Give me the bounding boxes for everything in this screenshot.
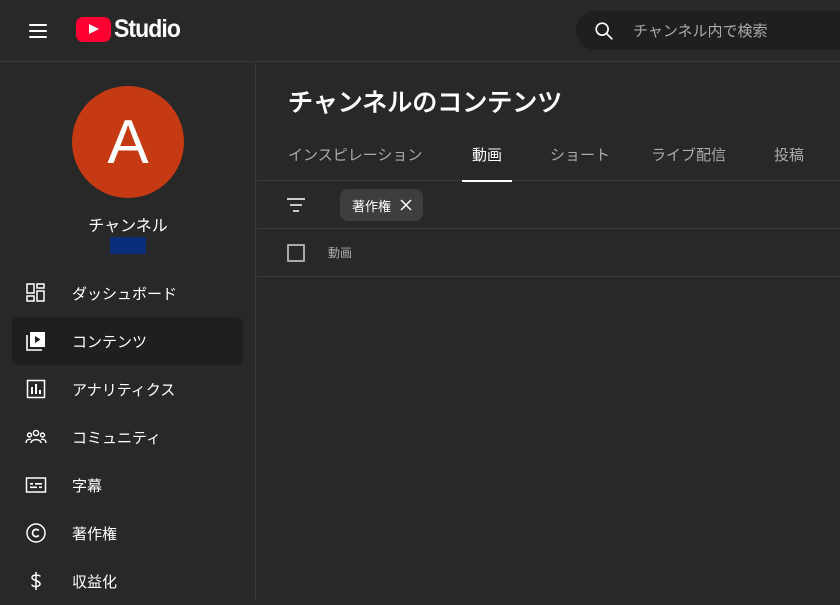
sidebar-item-subtitles[interactable]: 字幕 bbox=[12, 461, 243, 509]
sidebar: A チャンネル ダッシュボード コンテンツ アナリティクス コミュニティ 字幕 … bbox=[0, 63, 256, 600]
content-tabs: インスピレーション 動画 ショート ライブ配信 投稿 bbox=[257, 127, 840, 182]
sidebar-item-label: ダッシュボード bbox=[72, 284, 178, 303]
channel-name: チャンネル bbox=[88, 216, 168, 235]
tab-live[interactable]: ライブ配信 bbox=[651, 127, 726, 181]
youtube-play-icon bbox=[76, 16, 111, 42]
page-title: チャンネルのコンテンツ bbox=[288, 88, 563, 117]
tab-inspiration[interactable]: インスピレーション bbox=[288, 127, 422, 181]
table-header: 動画 bbox=[257, 229, 840, 277]
sidebar-item-label: 著作権 bbox=[72, 524, 118, 543]
sidebar-item-label: コミュニティ bbox=[72, 428, 162, 447]
filter-chip-label: 著作権 bbox=[352, 199, 392, 215]
select-all-checkbox[interactable] bbox=[287, 244, 305, 262]
sidebar-item-label: 字幕 bbox=[72, 476, 103, 495]
tab-shorts[interactable]: ショート bbox=[550, 127, 610, 181]
sidebar-item-dashboard[interactable]: ダッシュボード bbox=[12, 269, 243, 317]
content-icon bbox=[26, 332, 45, 351]
column-header-video: 動画 bbox=[328, 246, 353, 260]
top-bar: Studio bbox=[0, 0, 840, 62]
main-content: チャンネルのコンテンツ インスピレーション 動画 ショート ライブ配信 投稿 著… bbox=[257, 63, 840, 600]
sidebar-item-monetization[interactable]: 収益化 bbox=[12, 557, 243, 605]
community-icon bbox=[25, 429, 47, 444]
close-icon[interactable] bbox=[399, 198, 413, 212]
logo-text: Studio bbox=[114, 14, 181, 43]
sidebar-item-content[interactable]: コンテンツ bbox=[12, 317, 243, 365]
channel-badge bbox=[110, 237, 146, 254]
analytics-icon bbox=[26, 379, 46, 399]
filter-chip-copyright[interactable]: 著作権 bbox=[340, 189, 424, 221]
dollar-icon bbox=[31, 572, 41, 590]
sidebar-item-analytics[interactable]: アナリティクス bbox=[12, 365, 243, 413]
sidebar-item-community[interactable]: コミュニティ bbox=[12, 413, 243, 461]
tab-posts[interactable]: 投稿 bbox=[774, 127, 804, 181]
filter-icon[interactable] bbox=[285, 194, 307, 216]
search-box bbox=[576, 11, 840, 50]
search-icon[interactable] bbox=[593, 20, 615, 42]
sidebar-item-label: 収益化 bbox=[72, 572, 118, 591]
youtube-studio-logo[interactable]: Studio bbox=[76, 14, 186, 44]
sidebar-item-label: コンテンツ bbox=[72, 332, 148, 351]
search-input[interactable] bbox=[633, 12, 840, 49]
sidebar-item-copyright[interactable]: 著作権 bbox=[12, 509, 243, 557]
subtitles-icon bbox=[25, 477, 47, 493]
channel-avatar[interactable]: A bbox=[72, 86, 184, 198]
sidebar-item-label: アナリティクス bbox=[72, 380, 176, 399]
dashboard-icon bbox=[26, 283, 45, 302]
copyright-icon bbox=[26, 523, 46, 543]
tab-videos[interactable]: 動画 bbox=[461, 127, 513, 182]
sidebar-nav: ダッシュボード コンテンツ アナリティクス コミュニティ 字幕 著作権 収益化 bbox=[12, 269, 243, 605]
menu-icon[interactable] bbox=[20, 13, 56, 49]
filter-bar: 著作権 bbox=[257, 181, 840, 229]
